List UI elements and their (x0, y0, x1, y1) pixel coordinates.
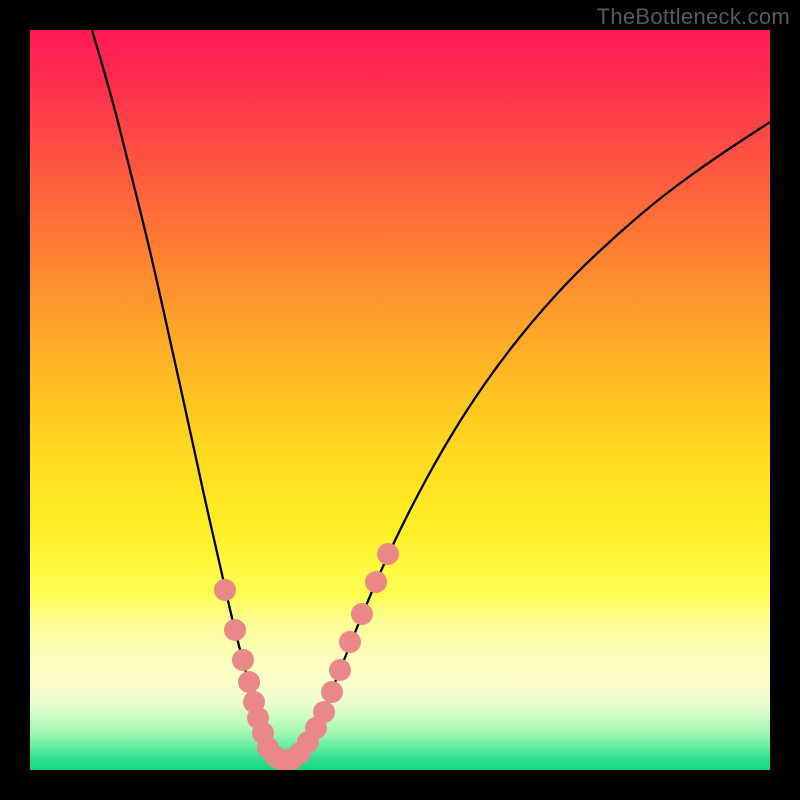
watermark-text: TheBottleneck.com (597, 4, 790, 30)
data-marker (238, 671, 260, 693)
data-marker (329, 659, 351, 681)
data-marker (365, 571, 387, 593)
data-marker (232, 649, 254, 671)
data-marker (214, 579, 236, 601)
data-marker (351, 603, 373, 625)
curve-layer (30, 30, 770, 770)
chart-frame: TheBottleneck.com (0, 0, 800, 800)
data-marker (339, 631, 361, 653)
markers-group (214, 543, 399, 770)
data-marker (377, 543, 399, 565)
bottleneck-curve (92, 30, 770, 761)
plot-area (30, 30, 770, 770)
data-marker (224, 619, 246, 641)
data-marker (321, 681, 343, 703)
data-marker (313, 701, 335, 723)
